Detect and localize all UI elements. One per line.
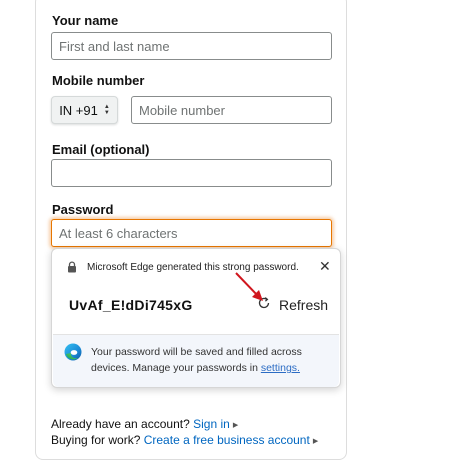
business-row: Buying for work? Create a free business …: [51, 433, 318, 447]
lock-icon: [66, 261, 78, 273]
caret-right-icon: ▶: [312, 438, 319, 445]
signin-row: Already have an account? Sign in ▶: [51, 417, 238, 431]
caret-right-icon: ▶: [232, 422, 239, 429]
email-input[interactable]: [51, 159, 332, 187]
business-link-label: Create a free business account: [143, 433, 310, 447]
country-code-select[interactable]: IN +91 ▲ ▼: [51, 96, 118, 124]
updown-icon: ▲ ▼: [103, 104, 110, 116]
settings-link[interactable]: settings.: [261, 362, 300, 374]
mobile-placeholder: Mobile number: [139, 102, 225, 118]
business-link[interactable]: Create a free business account ▶: [144, 433, 319, 447]
red-arrow-annotation: [235, 272, 263, 301]
name-placeholder: First and last name: [59, 38, 170, 54]
generated-password[interactable]: UvAf_E!dDi745xG: [69, 297, 193, 313]
mobile-input[interactable]: Mobile number: [131, 96, 332, 124]
signin-link-label: Sign in: [193, 417, 230, 431]
popup-footer-text: Your password will be saved and filled a…: [91, 344, 331, 376]
email-label: Email (optional): [52, 142, 150, 157]
password-label: Password: [52, 202, 114, 217]
close-icon[interactable]: ✕: [319, 258, 331, 275]
business-prompt: Buying for work?: [51, 433, 141, 447]
country-code-value: IN +91: [59, 102, 98, 118]
refresh-label: Refresh: [279, 296, 329, 313]
signin-link[interactable]: Sign in ▶: [193, 417, 238, 431]
signin-prompt: Already have an account?: [51, 417, 190, 431]
popup-footer: Your password will be saved and filled a…: [53, 334, 339, 387]
name-label: Your name: [52, 13, 119, 28]
password-placeholder: At least 6 characters: [59, 225, 178, 241]
name-input[interactable]: First and last name: [51, 32, 332, 60]
edge-icon: [63, 342, 83, 367]
mobile-label: Mobile number: [52, 73, 145, 88]
password-suggestion-popup: Microsoft Edge generated this strong pas…: [51, 248, 341, 388]
password-input[interactable]: At least 6 characters: [51, 219, 332, 247]
